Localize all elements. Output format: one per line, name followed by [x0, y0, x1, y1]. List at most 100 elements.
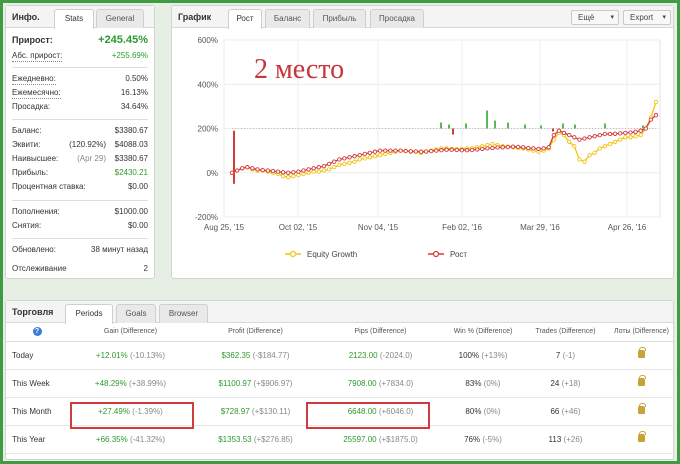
series-point	[592, 134, 597, 139]
series-point	[587, 135, 592, 140]
series-point	[612, 131, 618, 136]
series-point	[638, 132, 643, 138]
gain-cell: +27.49% (-1.39%)	[68, 397, 193, 426]
series-point	[577, 157, 582, 162]
lots-cell	[608, 397, 675, 426]
stat-tracking: Отслеживание 2	[12, 264, 148, 273]
trades-value: 7	[555, 350, 561, 360]
help-icon[interactable]: ?	[32, 327, 42, 337]
lots-icon[interactable]	[638, 347, 646, 358]
loss-bar	[452, 128, 454, 135]
series-point	[587, 152, 592, 158]
win-value: 76%	[464, 434, 481, 444]
series-point	[618, 131, 623, 136]
tab-growth[interactable]: Рост	[228, 9, 262, 29]
series-point	[449, 147, 454, 152]
pips-cell: 6648.00 (+6046.0)	[318, 397, 443, 426]
export-dropdown[interactable]: Export ▾	[623, 10, 671, 25]
more-dropdown[interactable]: Ещё ▾	[571, 10, 619, 25]
win-cell: 83% (0%)	[443, 369, 523, 398]
tab-browser[interactable]: Browser	[159, 304, 208, 323]
pips-cell: 7908.00 (+7834.0)	[318, 369, 443, 398]
col-gain[interactable]: Gain (Difference)	[68, 323, 193, 342]
gain-bar	[540, 125, 542, 129]
lots-icon[interactable]	[638, 375, 646, 386]
stat-monthly: Ежемесячно: 16.13%	[12, 88, 148, 99]
series-point	[464, 148, 470, 153]
series-point	[531, 146, 536, 151]
pips-value: 7908.00	[347, 378, 377, 388]
tab-drawdown[interactable]: Просадка	[370, 9, 424, 28]
tab-stats[interactable]: Stats	[54, 9, 94, 29]
win-cell: 76% (-5%)	[443, 425, 523, 454]
series-point	[561, 130, 567, 136]
loss-bar	[233, 130, 235, 184]
series-point	[352, 154, 357, 159]
tab-periods[interactable]: Periods	[65, 304, 113, 324]
series-point	[582, 136, 587, 141]
gain-cell: +66.35% (-41.32%)	[68, 425, 193, 454]
pips-cell: 25597.00 (+$1875.0)	[318, 425, 443, 454]
series-point	[291, 173, 296, 179]
series-point	[444, 147, 449, 152]
series-point	[301, 171, 306, 177]
gain-bar	[562, 123, 564, 129]
series-point	[653, 99, 659, 105]
trades-diff: (+26)	[563, 434, 583, 444]
win-diff: (-5%)	[482, 434, 502, 444]
stat-gain: Прирост: +245.45%	[12, 34, 148, 46]
tab-profit[interactable]: Прибыль	[313, 9, 366, 28]
tab-goals[interactable]: Goals	[116, 304, 156, 323]
series-point	[643, 126, 648, 131]
profit-value: $1100.97	[218, 378, 252, 388]
win-diff: (0%)	[483, 378, 501, 388]
col-win[interactable]: Win % (Difference)	[443, 323, 523, 342]
y-tick-label: 600%	[198, 36, 218, 45]
profit-cell: $362.35 (-$184.77)	[193, 341, 318, 370]
series-point	[316, 165, 321, 170]
series-point	[429, 148, 434, 154]
series-point	[270, 168, 276, 174]
series-point	[577, 137, 582, 142]
series-point	[326, 161, 332, 167]
series-point	[541, 146, 546, 151]
stat-profit: Прибыль: $2430.21	[12, 168, 148, 177]
x-tick-label: Nov 04, '15	[358, 223, 399, 232]
series-point	[459, 148, 465, 153]
series-point	[546, 145, 551, 150]
series-point	[638, 128, 643, 133]
col-lots[interactable]: Лоты (Difference)	[608, 323, 675, 342]
series-point	[628, 135, 633, 140]
col-pips[interactable]: Pips (Difference)	[318, 323, 443, 342]
series-point	[572, 135, 577, 140]
profit-cell: $728.97 (+$130.11)	[193, 397, 318, 426]
stat-abs-gain: Абс. прирост: +255.69%	[12, 51, 148, 62]
table-row: This Year +66.35% (-41.32%) $1353.53 (+$27…	[6, 425, 675, 454]
profit-cell: $1353.53 (+$276.85)	[193, 425, 318, 454]
legend-growth: Рост	[450, 250, 467, 259]
series-point	[602, 144, 608, 149]
trades-cell: 113 (+26)	[523, 425, 608, 454]
pips-value: 2123.00	[348, 350, 378, 360]
series-point	[597, 132, 602, 138]
lots-icon[interactable]	[638, 431, 646, 442]
tab-balance[interactable]: Баланс	[265, 9, 310, 28]
series-point	[469, 147, 475, 153]
series-point	[372, 149, 378, 154]
lots-icon[interactable]	[638, 403, 646, 414]
col-profit[interactable]: Profit (Difference)	[193, 323, 318, 342]
stat-highest: Наивысшее: (Apr 29) $3380.67	[12, 154, 148, 163]
stats-header: Инфо. Stats General	[6, 6, 154, 29]
trades-diff: (+18)	[561, 378, 581, 388]
pips-value: 25597.00	[343, 434, 377, 444]
x-tick-label: Feb 02, '16	[442, 223, 482, 232]
series-point	[572, 144, 577, 149]
gain-diff: (+38.99%)	[128, 378, 167, 388]
col-trades[interactable]: Trades (Difference)	[523, 323, 608, 342]
series-point	[592, 150, 597, 155]
series-point	[306, 170, 311, 175]
gain-value: +12.01%	[95, 350, 128, 360]
tab-general[interactable]: General	[96, 9, 144, 28]
stat-equity: Эквити: (120.92%) $4088.03	[12, 140, 148, 149]
series-point	[240, 166, 245, 171]
